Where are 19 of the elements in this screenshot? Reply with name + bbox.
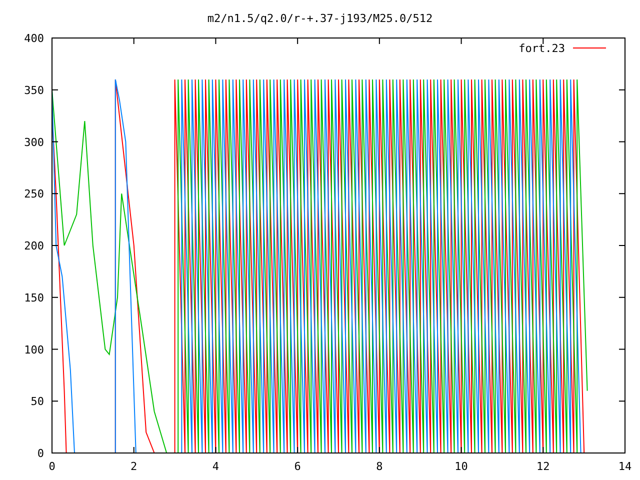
chart-title: m2/n1.5/q2.0/r-+.37-j193/M25.0/512 xyxy=(207,12,433,25)
y-tick-label: 200 xyxy=(24,240,44,252)
x-tick-label: 12 xyxy=(536,460,550,473)
x-tick-label: 14 xyxy=(618,460,632,473)
y-tick-label: 100 xyxy=(24,343,44,356)
y-tick-label: 250 xyxy=(24,188,44,201)
legend-label: fort.23 xyxy=(518,42,565,55)
x-tick-label: 4 xyxy=(212,460,220,473)
y-tick-label: 0 xyxy=(37,447,44,460)
y-tick-label: 50 xyxy=(30,395,44,408)
x-tick-label: 0 xyxy=(48,460,56,473)
x-tick-label: 10 xyxy=(454,460,468,473)
y-tick-label: 150 xyxy=(24,291,44,304)
x-tick-label: 6 xyxy=(294,460,301,473)
y-tick-label: 400 xyxy=(24,32,44,45)
x-tick-label: 8 xyxy=(376,460,383,473)
y-tick-label: 300 xyxy=(24,136,44,149)
y-tick-label: 350 xyxy=(24,84,44,97)
x-tick-label: 2 xyxy=(130,460,138,473)
